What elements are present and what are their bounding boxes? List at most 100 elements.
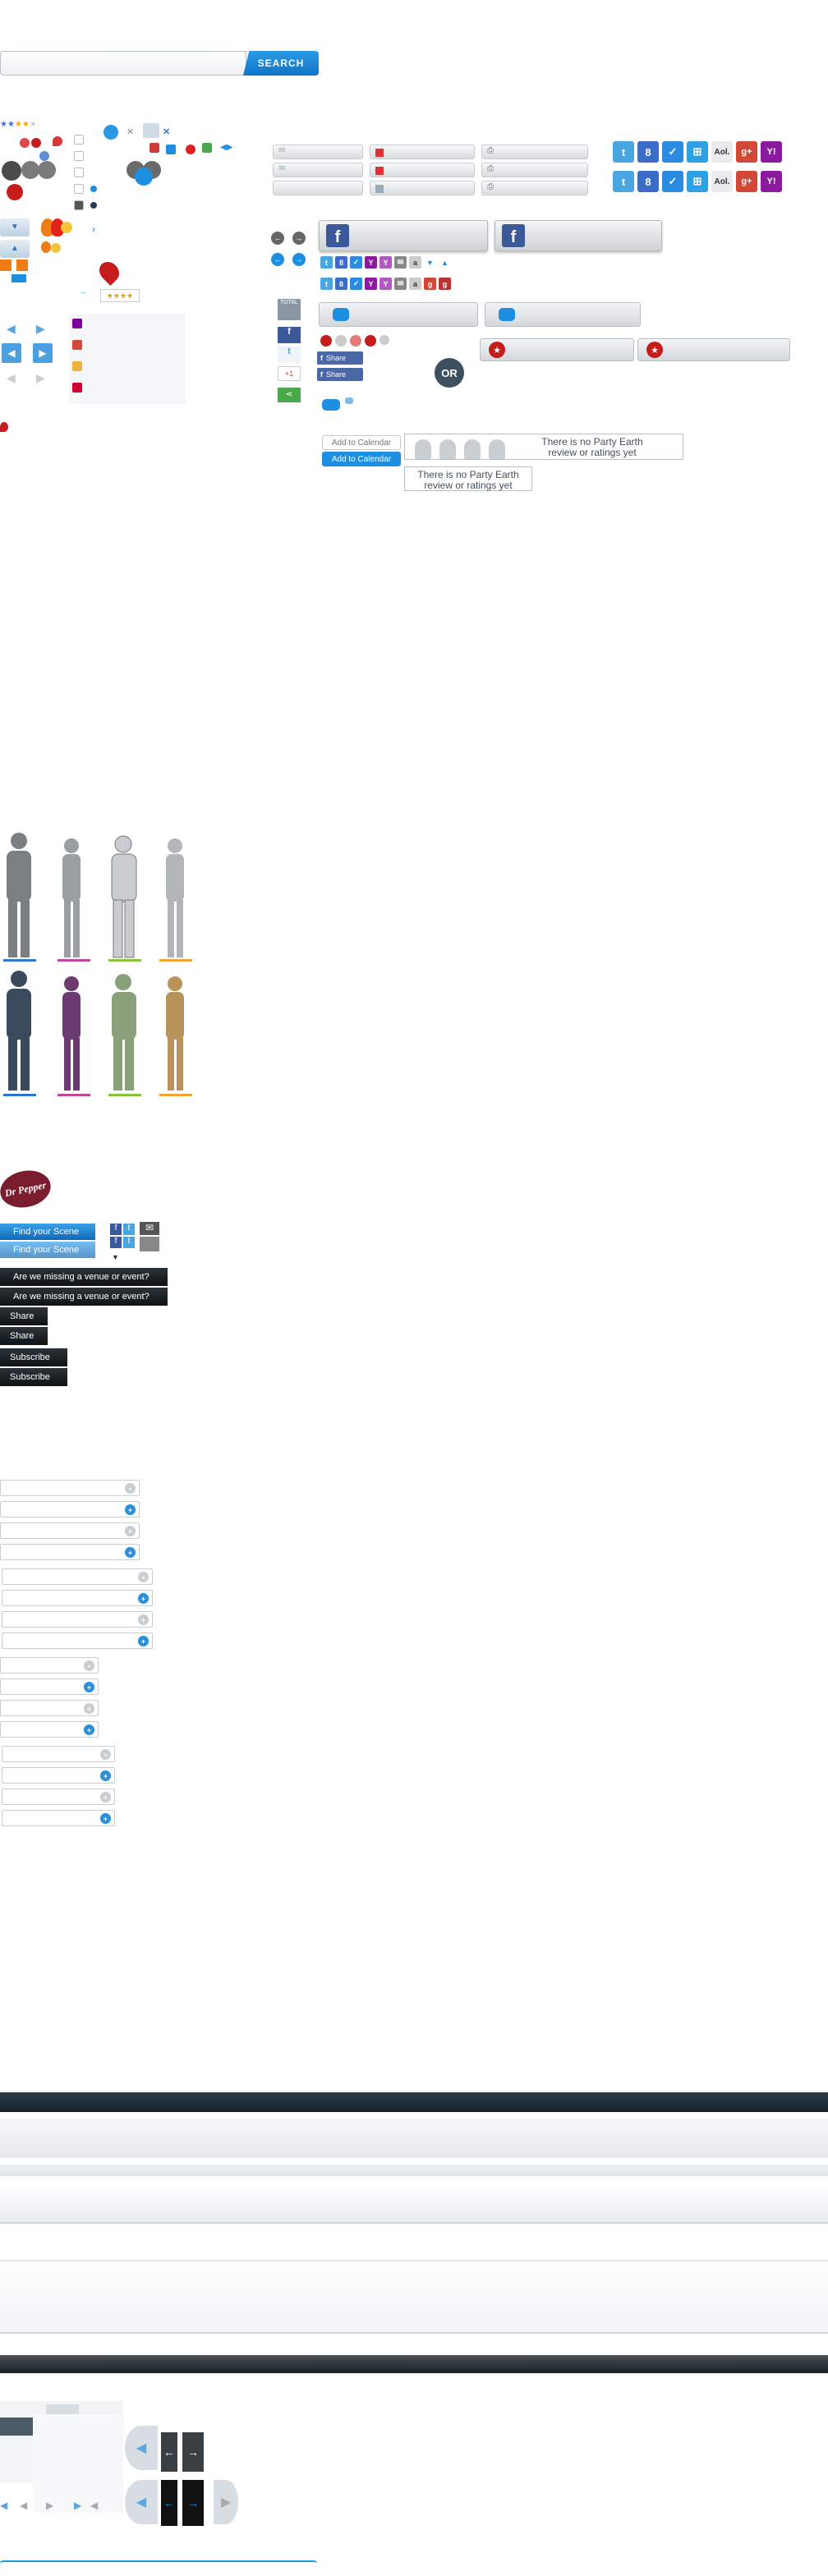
yahoo-icon[interactable]: Y! (761, 171, 782, 192)
facebook-icon[interactable]: f (278, 327, 301, 343)
check-icon[interactable]: ✓ (662, 141, 683, 163)
close-icon[interactable] (20, 138, 30, 148)
checkbox-icon[interactable] (74, 168, 84, 177)
comment-button[interactable] (319, 302, 478, 327)
help-icon[interactable] (39, 151, 49, 161)
search-button[interactable]: SEARCH (243, 51, 319, 76)
arrow-right-button[interactable]: → (182, 2432, 204, 2472)
find-scene-button[interactable]: Find your Scene (0, 1224, 95, 1240)
checkbox-icon[interactable] (74, 200, 84, 210)
form-field[interactable]: • (0, 1657, 99, 1674)
aol-icon[interactable]: Aol. (711, 141, 733, 163)
add-to-calendar-button-active[interactable]: Add to Calendar (322, 452, 401, 466)
star-circle-icon[interactable] (350, 335, 361, 347)
aol-icon[interactable]: a (409, 278, 421, 290)
share-icon[interactable]: ⋖ (278, 388, 301, 402)
review-button[interactable]: ★ (637, 338, 790, 361)
google-plus-icon[interactable]: g+ (736, 141, 757, 163)
check-circle-icon[interactable] (104, 125, 118, 140)
arrow-left-icon[interactable]: ← (271, 232, 284, 245)
form-field[interactable]: + (0, 1501, 140, 1518)
arrow-right-icon[interactable]: ▶ (46, 2500, 53, 2511)
checkbox-icon[interactable] (74, 151, 84, 161)
chevron-right-icon[interactable]: › (92, 223, 95, 235)
carousel-next-large[interactable]: ▶ (214, 2480, 238, 2524)
missing-venue-button-hover[interactable]: Are we missing a venue or event? (0, 1288, 168, 1306)
dropdown-arrow-button[interactable]: ▼ (0, 218, 30, 236)
aol-icon[interactable]: a (409, 256, 421, 269)
radio-icon[interactable] (90, 202, 97, 209)
google-plus-icon[interactable]: g (424, 278, 436, 290)
email-button[interactable]: ✉ (273, 163, 363, 177)
review-button[interactable]: ★ (480, 338, 634, 361)
form-field[interactable]: + (2, 1611, 153, 1628)
radio-icon[interactable] (90, 186, 97, 192)
share-button[interactable]: Share (0, 1307, 48, 1325)
add-to-calendar-button[interactable]: Add to Calendar (322, 435, 401, 450)
aol-icon[interactable]: Aol. (711, 171, 733, 192)
form-field[interactable]: + (2, 1789, 115, 1805)
form-field[interactable]: + (0, 1700, 99, 1716)
star-circle-icon[interactable] (365, 335, 376, 347)
share-button-hover[interactable]: Share (0, 1327, 48, 1345)
yahoo-icon[interactable]: Y! (761, 141, 782, 163)
form-field[interactable]: + (0, 1721, 99, 1738)
search-input[interactable] (0, 51, 246, 76)
arrow-right-button[interactable]: → (182, 2480, 204, 2526)
share-icon[interactable] (202, 143, 212, 153)
arrow-left-icon[interactable]: ◀ (20, 2500, 27, 2511)
check-icon[interactable]: ✓ (662, 171, 683, 192)
close-icon[interactable] (7, 184, 23, 200)
arrow-right-icon[interactable]: → (292, 232, 306, 245)
twitter-icon[interactable]: t (278, 347, 301, 363)
google-icon[interactable]: 8 (637, 171, 659, 192)
subscribe-button[interactable]: Subscribe (0, 1348, 67, 1366)
checkbox-icon[interactable] (74, 184, 84, 194)
form-field[interactable]: • (2, 1568, 153, 1585)
twitter-icon[interactable]: t (320, 256, 333, 269)
arrow-left-icon[interactable]: ◀ (90, 2500, 98, 2511)
calendar-button[interactable] (370, 181, 475, 195)
windows-icon[interactable]: ⊞ (687, 171, 708, 192)
calendar-button[interactable] (370, 145, 475, 159)
arrow-right-icon[interactable]: → (292, 253, 306, 266)
close-icon[interactable]: ✕ (163, 126, 172, 137)
print-button[interactable]: ⎙ (481, 145, 588, 159)
print-button[interactable]: ⎙ (481, 163, 588, 177)
arrow-left-button[interactable]: ← (161, 2480, 177, 2526)
form-field[interactable]: + (2, 1767, 115, 1784)
windows-icon[interactable]: ⊞ (687, 141, 708, 163)
google-icon[interactable]: 8 (637, 141, 659, 163)
facebook-share-button[interactable]: f Share (317, 368, 363, 381)
form-field[interactable]: + (2, 1632, 153, 1649)
email-button[interactable] (273, 181, 363, 195)
form-field[interactable]: + (2, 1810, 115, 1826)
next-button[interactable]: ▶ (33, 343, 53, 363)
facebook-connect-button[interactable]: f (319, 220, 488, 251)
google-plus-icon[interactable]: g+ (736, 171, 757, 192)
comment-button[interactable] (485, 302, 641, 327)
arrow-left-button[interactable]: ← (161, 2432, 177, 2472)
form-field[interactable]: + (0, 1678, 99, 1695)
yahoo-icon[interactable]: Y (380, 256, 392, 269)
arrow-left-icon[interactable]: ◀ (7, 322, 16, 336)
star-circle-icon[interactable] (320, 335, 332, 347)
form-field[interactable]: • (2, 1746, 115, 1762)
facebook-connect-button[interactable]: f (494, 220, 662, 251)
play-icon[interactable] (166, 145, 176, 154)
arrow-left-icon[interactable]: ◀ (0, 2500, 7, 2511)
facebook-share-button[interactable]: f Share (317, 351, 363, 365)
calendar-button[interactable] (370, 163, 475, 177)
arrow-left-icon[interactable]: ◀ (7, 371, 16, 385)
prev-button[interactable]: ◀ (2, 343, 21, 363)
email-button[interactable]: ✉ (273, 145, 363, 159)
twitter-icon[interactable]: t (320, 278, 333, 290)
google-plus-one-button[interactable]: +1 (278, 366, 301, 381)
carousel-prev-large[interactable]: ◀ (125, 2426, 158, 2470)
arrow-left-icon[interactable]: ← (271, 253, 284, 266)
close-icon[interactable] (31, 138, 41, 148)
carousel-prev-large[interactable]: ◀ (125, 2480, 158, 2524)
arrow-right-icon[interactable]: ▶ (36, 322, 45, 336)
star-circle-icon[interactable] (335, 335, 347, 347)
twitter-icon[interactable]: t (123, 1224, 135, 1235)
